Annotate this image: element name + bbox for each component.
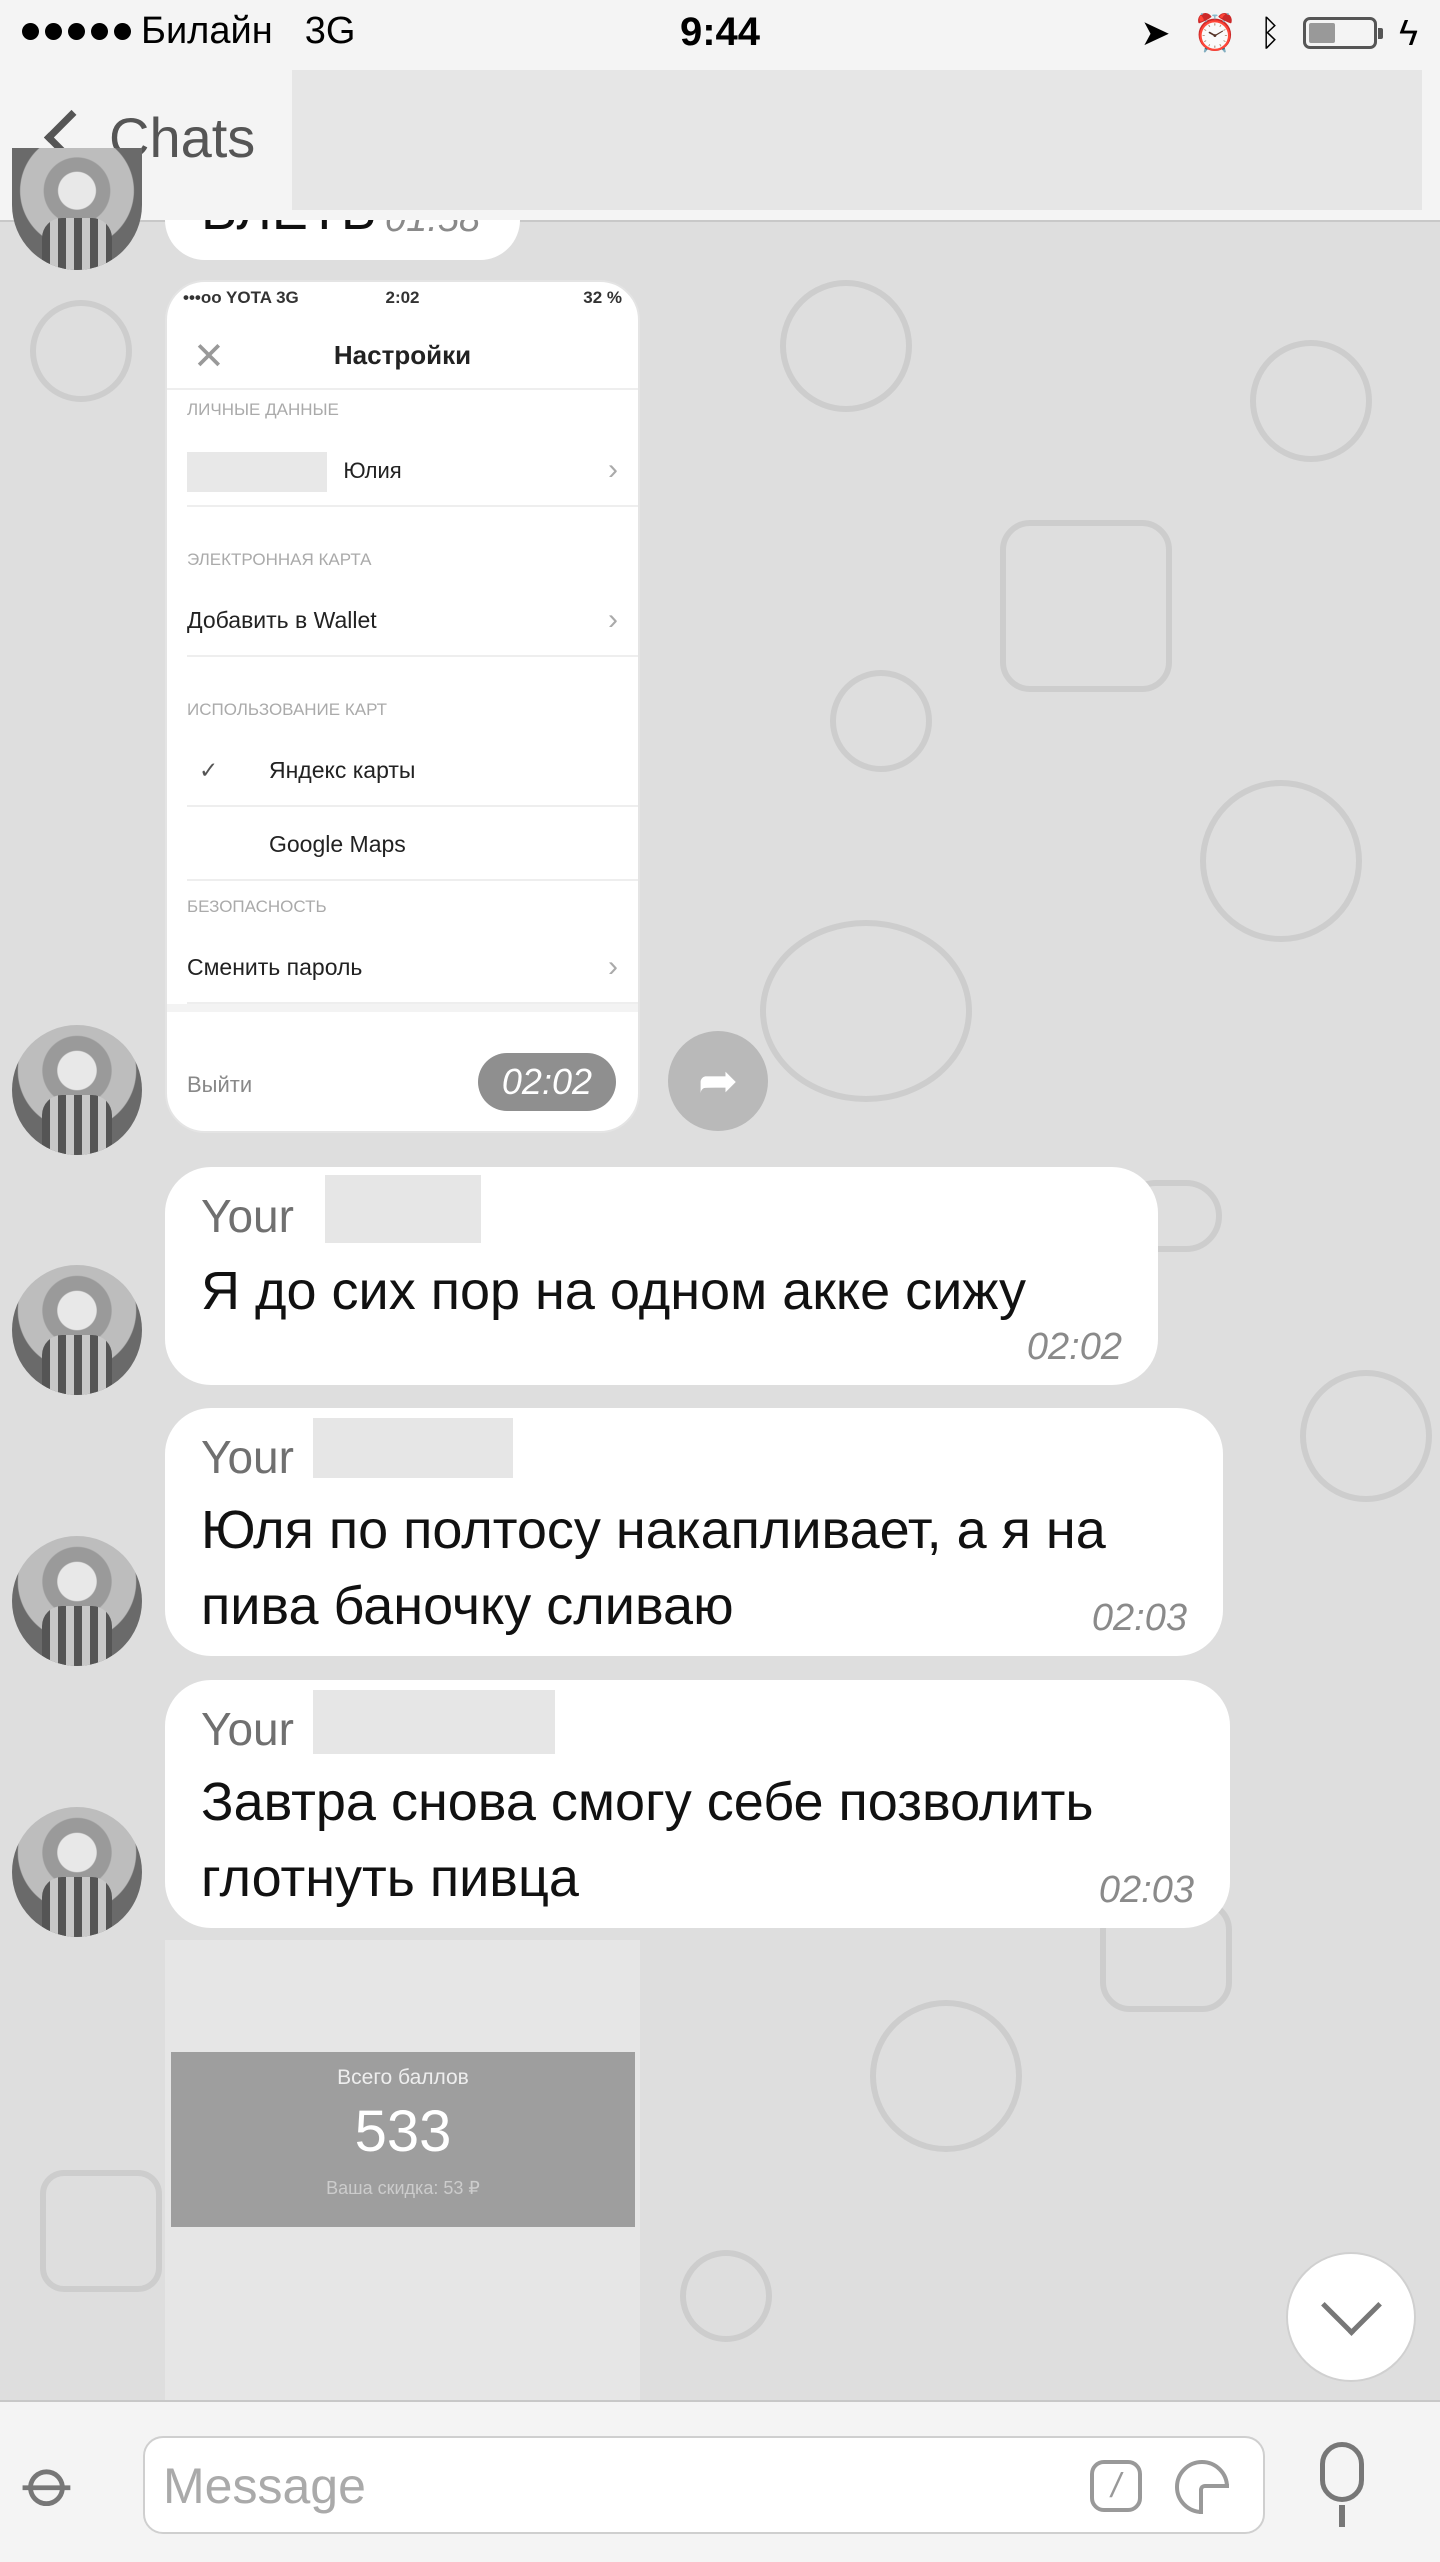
thumb-section-label: БЕЗОПАСНОСТЬ	[187, 897, 327, 916]
checkmark-icon: ✓	[199, 757, 219, 783]
sticker-icon[interactable]	[1175, 2460, 1229, 2514]
message-input-bar: ⌀ /	[0, 2400, 1440, 2562]
chevron-right-icon: ›	[608, 453, 618, 486]
sender-name: Your	[201, 1190, 294, 1242]
sender-name: Your	[201, 1703, 294, 1755]
battery-icon	[1302, 17, 1383, 49]
charging-bolt-icon: ϟ	[1398, 12, 1418, 53]
thumb-row-google: Google Maps	[187, 809, 638, 881]
sender-name: Your	[201, 1431, 294, 1483]
message-text: Юля по полтосу накапливает, а я на пива …	[201, 1492, 1106, 1644]
message-bubble[interactable]: Your Я до сих пор на одном акке сижу 02:…	[165, 1167, 1158, 1385]
avatar[interactable]	[12, 1265, 142, 1395]
location-arrow-icon: ➤	[1140, 12, 1171, 53]
share-icon: ➦	[697, 1055, 739, 1108]
image-time: 02:02	[477, 1053, 616, 1111]
thumb-row-password: Сменить пароль ›	[187, 932, 638, 1004]
message-line: Я до сих пор на одном акке сижу	[201, 1261, 1027, 1321]
thumb-password-label: Сменить пароль	[187, 954, 363, 980]
avatar[interactable]	[12, 1025, 142, 1155]
thumb-logout-label: Выйти	[187, 1072, 253, 1097]
thumb-section-label: ЭЛЕКТРОННАЯ КАРТА	[187, 550, 372, 569]
message-text: ВЛЕТЬ	[201, 220, 376, 242]
status-right: ➤ ⏰ ᛒ ϟ	[1140, 12, 1418, 54]
thumb-wallet-label: Добавить в Wallet	[187, 607, 377, 633]
points-value: 533	[354, 2099, 452, 2164]
bluetooth-icon: ᛒ	[1259, 12, 1281, 53]
thumb-status-bar: •••oo YOTA 3G 2:02 32 %	[183, 288, 622, 318]
redacted-chat-title	[292, 70, 1422, 210]
thumb-header: ✕ Настройки	[167, 318, 638, 390]
thumb-row-wallet: Добавить в Wallet ›	[187, 585, 638, 657]
thumb-row-name: Юлия ›	[187, 435, 638, 507]
points-label: Всего баллов	[337, 2066, 469, 2089]
alarm-clock-icon: ⏰	[1192, 12, 1238, 53]
avatar[interactable]	[12, 1536, 142, 1666]
message-text: Я до сих пор на одном акке сижу	[201, 1253, 1026, 1329]
scroll-to-bottom-button[interactable]	[1286, 2252, 1416, 2382]
message-bubble[interactable]: Your Завтра снова смогу себе позволить г…	[165, 1680, 1230, 1928]
paperclip-icon[interactable]: ⌀	[7, 2439, 95, 2527]
chevron-right-icon: ›	[608, 603, 618, 636]
message-time: 02:03	[1091, 1597, 1187, 1639]
message-line: Завтра снова смогу себе позволить	[201, 1772, 1094, 1832]
message-time: 02:02	[1026, 1326, 1122, 1368]
redacted-sender	[313, 1418, 513, 1478]
thumb-section-label: ИСПОЛЬЗОВАНИЕ КАРТ	[187, 700, 388, 719]
message-input[interactable]	[161, 2448, 1065, 2524]
message-bubble[interactable]: Your Юля по полтосу накапливает, а я на …	[165, 1408, 1223, 1656]
message-line: пива баночку сливаю	[201, 1576, 734, 1636]
redacted-sender	[313, 1690, 555, 1754]
message-time: 02:03	[1098, 1869, 1194, 1911]
message-line: Юля по полтосу накапливает, а я на	[201, 1500, 1106, 1560]
message-text: Завтра снова смогу себе позволить глотну…	[201, 1764, 1093, 1916]
thumb-divider	[167, 1004, 638, 1012]
status-bar: Билайн 3G 9:44 ➤ ⏰ ᛒ ϟ	[0, 0, 1440, 70]
redacted-surname	[187, 451, 327, 492]
redacted-sender	[325, 1175, 481, 1243]
message-time: 01:58	[385, 220, 480, 241]
share-button[interactable]: ➦	[668, 1031, 768, 1131]
thumb-section-label: ЛИЧНЫЕ ДАННЫЕ	[187, 400, 339, 419]
thumb-name-value: Юлия	[343, 458, 402, 483]
message-field[interactable]: /	[143, 2436, 1265, 2534]
thumb-title: Настройки	[333, 340, 472, 370]
microphone-icon[interactable]	[1320, 2442, 1364, 2527]
points-discount: Ваша скидка: 53 ₽	[326, 2178, 480, 2198]
chat-header: Chats	[0, 70, 1440, 222]
image-message[interactable]: •••oo YOTA 3G 2:02 32 % ✕ Настройки ЛИЧН…	[165, 280, 640, 1133]
points-banner: Всего баллов 533 Ваша скидка: 53 ₽	[171, 2052, 635, 2227]
message-line: глотнуть пивца	[201, 1848, 579, 1908]
thumb-google-label: Google Maps	[269, 831, 406, 857]
thumb-row-yandex: ✓ Яндекс карты	[187, 735, 638, 807]
image-message[interactable]: Всего баллов 533 Ваша скидка: 53 ₽	[165, 1940, 640, 2400]
thumb-battery: 32 %	[583, 288, 622, 307]
message-bubble-partial: ВЛЕТЬ 01:58	[165, 220, 520, 260]
thumb-yandex-label: Яндекс карты	[269, 757, 416, 783]
avatar[interactable]	[12, 1807, 142, 1937]
slash-command-icon[interactable]: /	[1090, 2460, 1142, 2512]
chevron-right-icon: ›	[608, 950, 618, 983]
thumb-time: 2:02	[385, 288, 420, 307]
